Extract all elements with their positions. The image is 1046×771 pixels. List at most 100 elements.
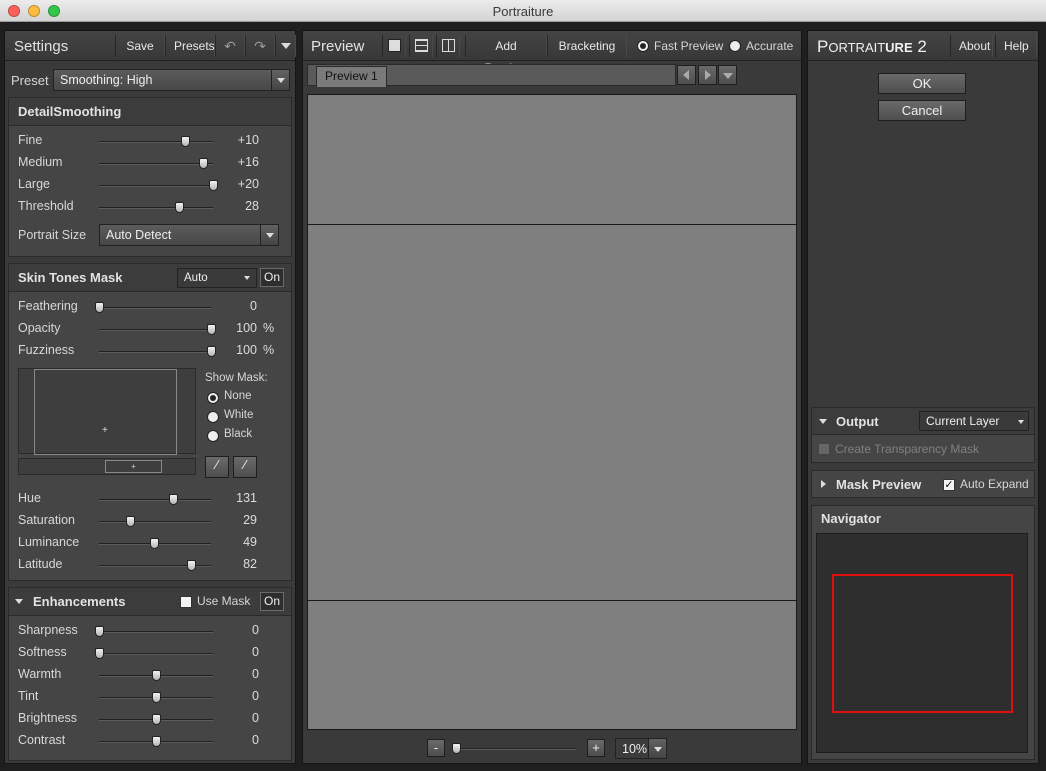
presets-button[interactable]: Presets — [165, 35, 215, 57]
fast-preview-label: Fast Preview — [654, 39, 724, 53]
zoom-value: 10% — [622, 742, 648, 756]
slider-label: Softness — [18, 645, 67, 659]
zoom-out-button[interactable]: - — [427, 739, 445, 757]
slider-track[interactable] — [99, 494, 211, 505]
ok-button[interactable]: OK — [878, 73, 966, 94]
slider-knob[interactable] — [95, 626, 104, 637]
enhancements-header[interactable]: Enhancements Use Mask On — [9, 588, 291, 616]
slider-row: Brightness 0 — [9, 708, 291, 730]
slider-value: 0 — [252, 711, 259, 725]
slider-track[interactable] — [99, 670, 213, 681]
slider-knob[interactable] — [152, 692, 161, 703]
slider-knob[interactable] — [152, 736, 161, 747]
undo-button[interactable]: ↶ — [215, 35, 245, 57]
slider-track[interactable] — [99, 180, 218, 191]
zoom-in-button[interactable]: + — [587, 739, 605, 757]
zoom-dropdown[interactable]: 10% — [615, 738, 667, 759]
slider-track[interactable] — [99, 714, 213, 725]
slider-knob[interactable] — [207, 324, 216, 335]
enhancements-section: Enhancements Use Mask On Sharpness 0 Softn… — [8, 587, 292, 761]
slider-track[interactable] — [99, 736, 213, 747]
auto-expand-label: Auto Expand — [960, 477, 1029, 491]
slider-knob[interactable] — [209, 180, 218, 191]
color-picker-box[interactable]: + — [34, 369, 177, 455]
navigator-viewport-rect[interactable] — [832, 574, 1013, 713]
use-mask-checkbox[interactable] — [180, 596, 192, 608]
slider-value: 28 — [245, 199, 259, 213]
help-button[interactable]: Help — [995, 35, 1037, 57]
add-preview-button[interactable]: Add Preview — [465, 35, 547, 75]
fast-preview-radio[interactable] — [637, 40, 649, 52]
prev-preview-button[interactable] — [677, 65, 696, 85]
accurate-radio[interactable] — [729, 40, 741, 52]
create-transparency-mask-checkbox[interactable] — [818, 443, 830, 455]
slider-track[interactable] — [95, 626, 213, 637]
slider-knob[interactable] — [174, 202, 184, 213]
redo-button[interactable]: ↷ — [245, 35, 275, 57]
slider-track[interactable] — [99, 560, 211, 571]
slider-track[interactable] — [95, 648, 213, 659]
tab-preview-1[interactable]: Preview 1 — [316, 66, 387, 87]
slider-knob[interactable] — [149, 538, 159, 549]
single-view-button[interactable] — [382, 35, 406, 57]
slider-label: Sharpness — [18, 623, 78, 637]
color-picker-area[interactable]: + — [18, 368, 196, 455]
preset-dropdown[interactable]: Smoothing: High — [53, 69, 290, 91]
cancel-button[interactable]: Cancel — [878, 100, 966, 121]
mask-white-radio[interactable] — [207, 411, 219, 423]
color-range-handle[interactable]: + — [105, 460, 162, 473]
auto-expand-checkbox[interactable]: ✓ — [943, 479, 955, 491]
navigator-view[interactable] — [816, 533, 1028, 753]
collapse-icon — [819, 419, 827, 424]
slider-knob[interactable] — [95, 648, 104, 659]
mask-black-radio[interactable] — [207, 430, 219, 442]
slider-track[interactable] — [95, 302, 211, 313]
bracketing-button[interactable]: Bracketing — [547, 35, 627, 57]
slider-track[interactable] — [99, 516, 211, 527]
slider-track[interactable] — [99, 346, 216, 357]
about-button[interactable]: About — [950, 35, 993, 57]
slider-knob[interactable] — [95, 302, 104, 313]
slider-knob[interactable] — [168, 494, 178, 505]
eyedropper-plus-button[interactable]: ⁄ — [233, 456, 257, 478]
slider-row: Sharpness 0 — [9, 620, 291, 642]
eyedropper-button[interactable]: ⁄ — [205, 456, 229, 478]
slider-track[interactable] — [99, 538, 211, 549]
undo-icon: ↶ — [224, 38, 236, 54]
slider-knob[interactable] — [186, 560, 196, 571]
chevron-down-icon — [260, 224, 279, 246]
mask-none-radio[interactable] — [207, 392, 219, 404]
skin-tones-title: Skin Tones Mask — [18, 270, 123, 285]
preview-canvas[interactable] — [307, 94, 797, 730]
save-button[interactable]: Save — [115, 35, 165, 57]
slider-track[interactable] — [99, 136, 213, 147]
slider-track[interactable] — [99, 324, 216, 335]
expand-icon[interactable] — [821, 480, 826, 488]
color-range-bar[interactable]: + — [18, 458, 196, 475]
slider-knob[interactable] — [152, 670, 161, 681]
slider-knob[interactable] — [180, 136, 190, 147]
slider-knob[interactable] — [126, 516, 136, 527]
zoom-slider-knob[interactable] — [452, 743, 461, 754]
slider-knob[interactable] — [207, 346, 216, 357]
output-dropdown[interactable]: Current Layer — [919, 411, 1029, 431]
zoom-slider[interactable] — [452, 743, 576, 754]
portrait-size-dropdown[interactable]: Auto Detect — [99, 224, 279, 246]
settings-menu-button[interactable] — [275, 35, 296, 57]
slider-track[interactable] — [99, 202, 213, 213]
slider-knob[interactable] — [198, 158, 208, 169]
slider-track[interactable] — [99, 158, 213, 169]
slider-value: 0 — [250, 299, 257, 313]
split-vertical-button[interactable] — [436, 35, 460, 57]
preview-menu-button[interactable] — [718, 65, 737, 85]
slider-knob[interactable] — [152, 714, 161, 725]
preset-label: Preset — [11, 73, 49, 88]
skin-on-toggle[interactable]: On — [260, 268, 284, 287]
slider-value: 0 — [252, 645, 259, 659]
split-horizontal-button[interactable] — [409, 35, 433, 57]
skin-mode-dropdown[interactable]: Auto — [177, 268, 257, 288]
enhancements-on-toggle[interactable]: On — [260, 592, 284, 611]
next-preview-button[interactable] — [698, 65, 717, 85]
slider-track[interactable] — [99, 692, 213, 703]
show-mask-label: Show Mask: — [205, 372, 268, 384]
